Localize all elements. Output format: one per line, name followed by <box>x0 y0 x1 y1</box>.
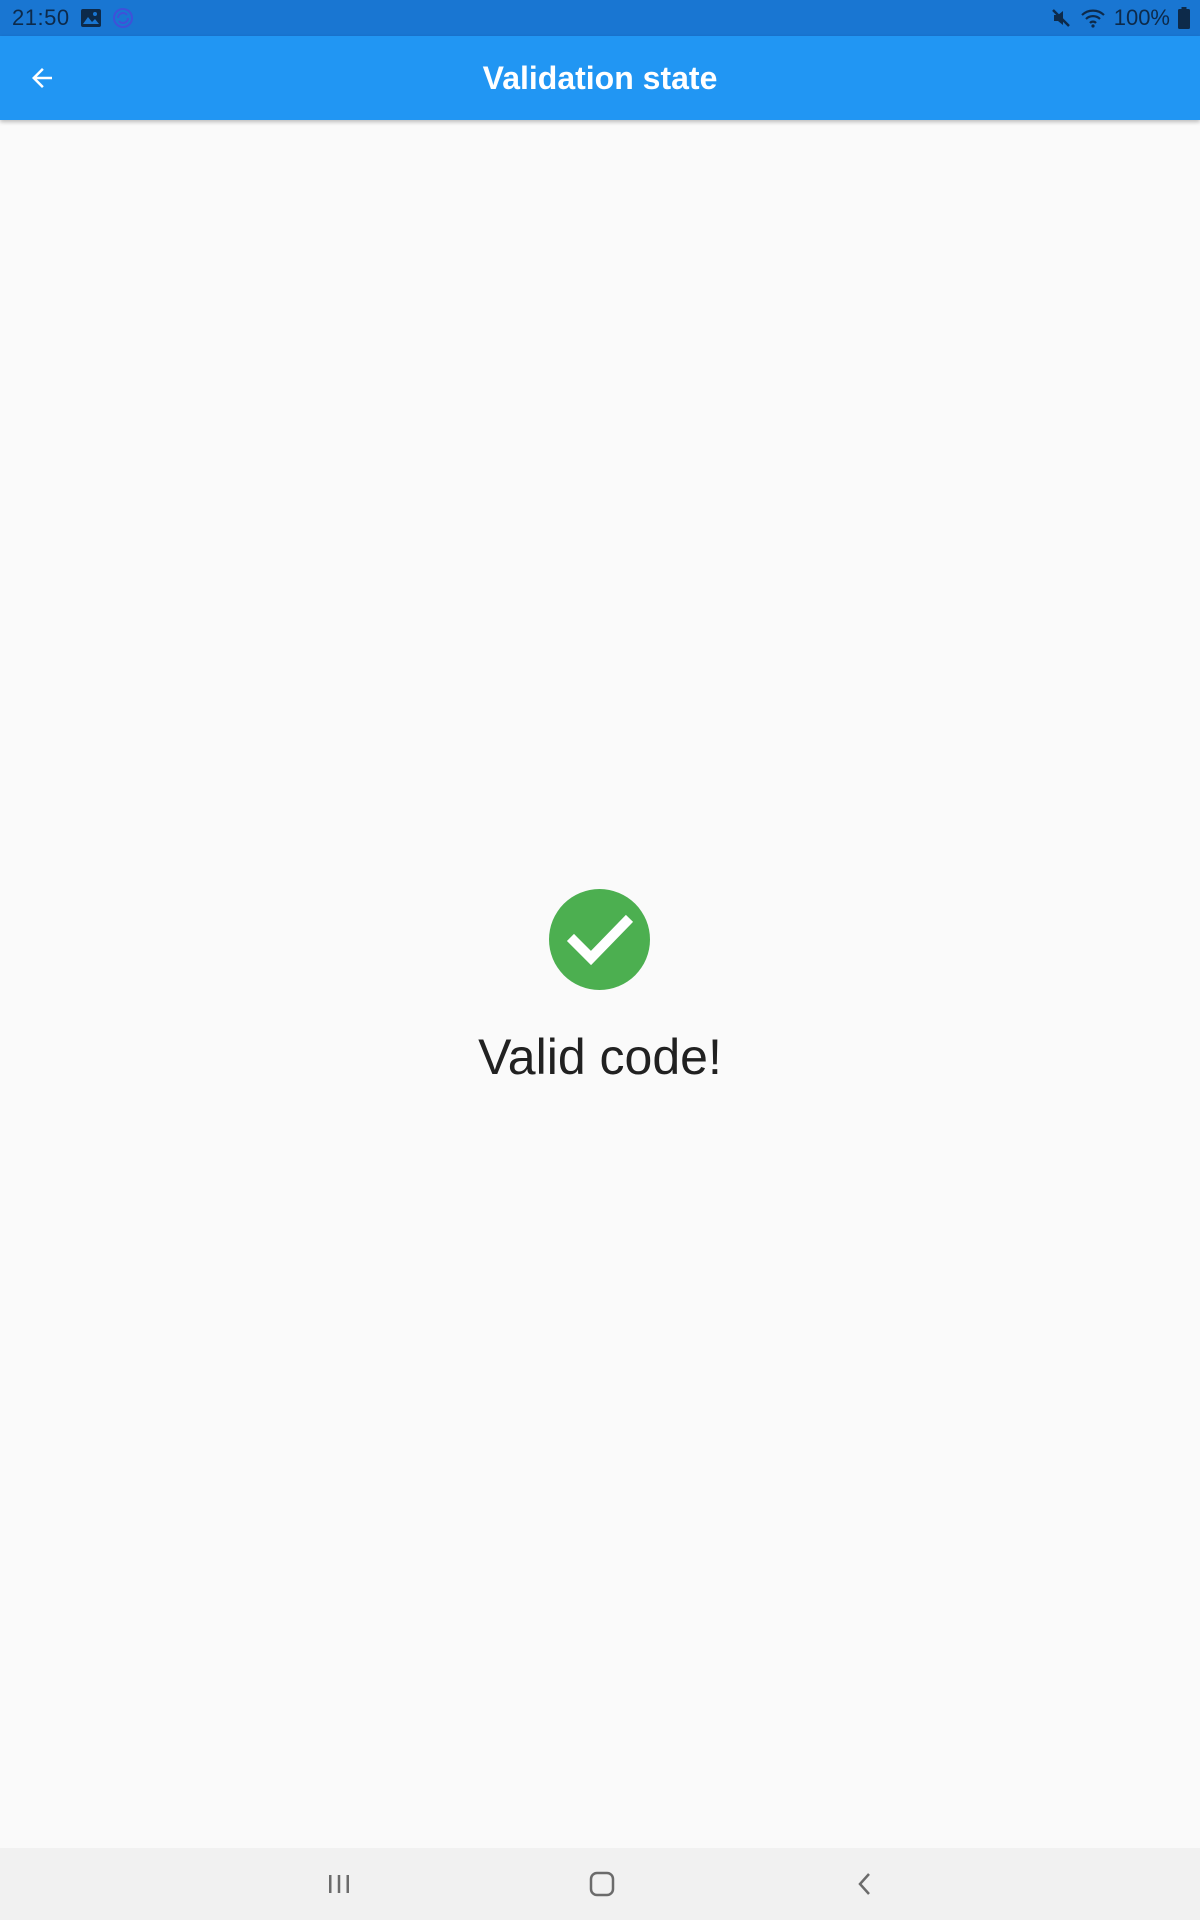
check-circle-icon <box>549 889 650 990</box>
home-icon <box>589 1871 615 1897</box>
battery-percentage: 100% <box>1113 5 1170 30</box>
navigation-bar <box>0 1848 1200 1920</box>
mute-icon <box>1050 7 1072 29</box>
battery-icon <box>1178 7 1190 29</box>
status-bar-right: 100% <box>1050 0 1190 36</box>
recents-button[interactable] <box>309 1860 369 1908</box>
validation-message: Valid code! <box>478 1029 722 1085</box>
wifi-icon <box>1080 7 1106 29</box>
main-content: Valid code! <box>0 120 1200 1848</box>
status-time: 21:50 <box>12 5 70 30</box>
screen: 21:50 100% Validation state Valid code! <box>0 0 1200 1920</box>
arrow-back-icon <box>32 68 52 88</box>
status-bar: 21:50 100% <box>0 0 1200 36</box>
app-bar: Validation state <box>0 36 1200 120</box>
home-button[interactable] <box>572 1860 632 1908</box>
system-back-button[interactable] <box>835 1860 895 1908</box>
image-icon <box>80 8 102 28</box>
recents-icon <box>329 1875 349 1893</box>
back-button[interactable] <box>14 50 70 106</box>
status-bar-left: 21:50 <box>12 0 134 36</box>
sync-icon <box>112 7 134 29</box>
chevron-left-icon <box>858 1873 870 1895</box>
page-title: Validation state <box>482 59 718 96</box>
